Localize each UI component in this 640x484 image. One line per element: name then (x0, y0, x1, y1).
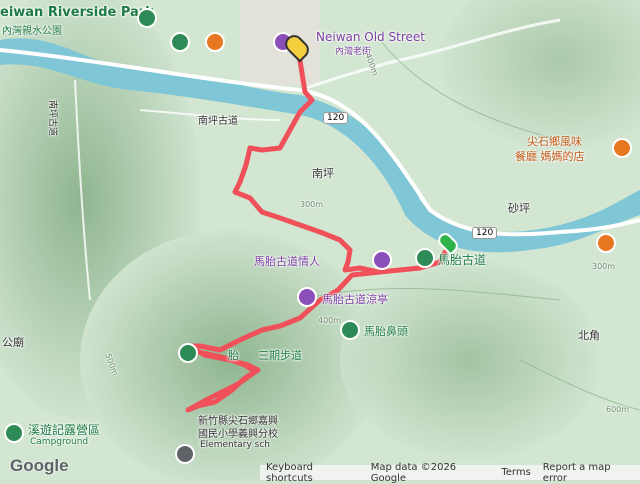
ridge-shade (340, 260, 600, 460)
terms-link[interactable]: Terms (495, 467, 536, 478)
restaurant-pin-icon[interactable] (612, 138, 632, 158)
attribution-bar: Keyboard shortcuts Map data ©2026 Google… (260, 462, 640, 484)
trail-pin-icon[interactable] (178, 343, 198, 363)
matai-trail-label[interactable]: 馬胎古道 (438, 251, 486, 268)
vertical-road-label: 南坪古道 (47, 100, 57, 137)
keyboard-shortcuts-link[interactable]: Keyboard shortcuts (260, 462, 365, 484)
trail-pin-icon[interactable] (340, 320, 360, 340)
school-label-en: Elementary sch (200, 440, 271, 450)
road-shield: 120 (323, 112, 349, 124)
restaurant-label-2[interactable]: 餐廳 媽媽的店 (515, 148, 585, 164)
camp-label-zh[interactable]: 溪遊記露營區 (28, 421, 100, 438)
contour-label: 600m (606, 405, 630, 414)
attraction-pin-icon[interactable] (297, 287, 317, 307)
old-street-label-en[interactable]: Neiwan Old Street (316, 30, 425, 44)
contour-label: 300m (300, 200, 324, 209)
shaping-label: 砂坪 (508, 202, 530, 215)
attraction-pin-icon[interactable] (372, 250, 392, 270)
trail-pin-icon[interactable] (415, 248, 435, 268)
google-logo[interactable]: Google (10, 456, 69, 476)
nanping-road-label: 南坪古道 (198, 116, 238, 127)
map-data-text: Map data ©2026 Google (370, 461, 457, 484)
park-label-en[interactable]: eiwan Riverside Park (0, 5, 154, 20)
trail-steps-label-2[interactable]: 三期步道 (258, 347, 302, 363)
beijiao-label: 北角 (578, 329, 600, 342)
park-pin-icon[interactable] (137, 8, 157, 28)
restaurant-label-1[interactable]: 尖石鄉風味 (527, 133, 582, 149)
trail-steps-label-1: 胎 (228, 349, 239, 362)
school-pin-icon[interactable] (175, 444, 195, 464)
map-canvas[interactable] (0, 0, 640, 480)
park-label-zh: 內灣親水公園 (2, 26, 62, 37)
park-pin-icon[interactable] (170, 32, 190, 52)
pavilion-label[interactable]: 馬胎古道涼亭 (322, 291, 388, 307)
restaurant-pin-icon[interactable] (205, 32, 225, 52)
nanping-label: 南坪 (312, 167, 334, 180)
cafe-pin-icon[interactable] (596, 233, 616, 253)
contour-label: 400m (318, 316, 342, 325)
nose-label[interactable]: 馬胎鼻頭 (364, 323, 408, 339)
lovers-trail-label[interactable]: 馬胎古道情人 (254, 253, 320, 269)
school-label-zh2: 國民小學義興分校 (198, 429, 278, 440)
road-shield: 120 (472, 227, 498, 239)
camp-label-en: Campground (30, 437, 89, 447)
contour-label: 300m (592, 262, 616, 271)
gongmiao-label: 公廟 (2, 336, 24, 349)
report-error-link[interactable]: Report a map error (537, 462, 640, 484)
camp-pin-icon[interactable] (4, 423, 24, 443)
